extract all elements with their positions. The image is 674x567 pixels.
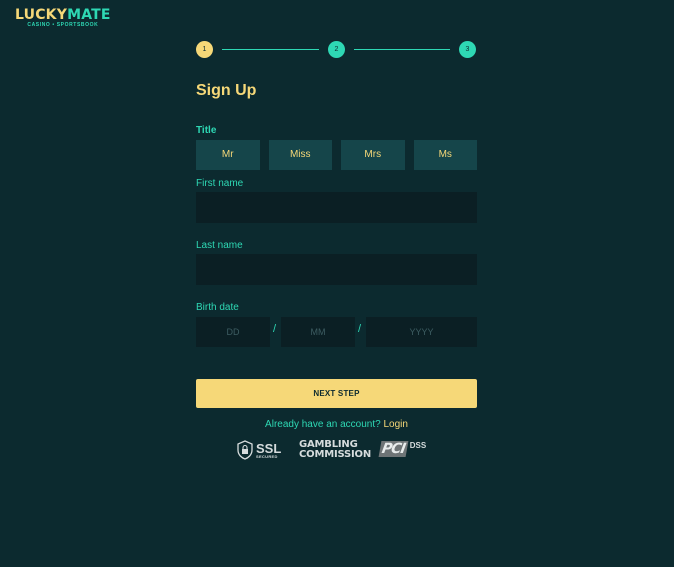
last-name-label: Last name xyxy=(196,240,243,251)
birth-year-input[interactable] xyxy=(366,317,477,347)
first-name-field[interactable] xyxy=(196,192,477,223)
dss-label: DSS xyxy=(409,441,427,450)
step-3-indicator: 3 xyxy=(459,41,476,58)
title-option-mr[interactable]: Mr xyxy=(196,140,260,170)
title-option-miss[interactable]: Miss xyxy=(268,140,332,170)
shield-lock-icon xyxy=(237,440,253,460)
step-2-indicator: 2 xyxy=(328,41,345,58)
ssl-secured-label: SECURED xyxy=(256,453,278,459)
signup-stepper: 1 2 3 xyxy=(196,41,477,58)
title-options: Mr Miss Mrs Ms xyxy=(196,140,477,170)
title-option-mrs[interactable]: Mrs xyxy=(341,140,405,170)
date-separator-2: / xyxy=(358,323,362,335)
ssl-badge: SSL SECURED xyxy=(237,440,281,460)
brand-logo[interactable]: LUCKYMATE CASINO • SPORTSBOOK xyxy=(15,8,111,28)
step-1-indicator: 1 xyxy=(196,41,213,58)
ssl-label: SSL xyxy=(256,440,282,456)
already-account-text: Already have an account? xyxy=(265,419,381,430)
login-prompt: Already have an account? Login xyxy=(196,419,477,430)
logo-wordmark: LUCKYMATE xyxy=(15,8,111,22)
page-title: Sign Up xyxy=(196,82,257,99)
birth-day-input[interactable] xyxy=(196,317,270,347)
first-name-label: First name xyxy=(196,178,244,189)
login-link[interactable]: Login xyxy=(383,419,407,430)
pci-logo: PCI xyxy=(378,441,409,457)
birth-month-input[interactable] xyxy=(281,317,355,347)
pci-dss-badge: PCI DSS xyxy=(378,441,427,457)
birth-date-label: Birth date xyxy=(196,302,239,313)
logo-word-lucky: LUCKY xyxy=(15,7,68,23)
last-name-field[interactable] xyxy=(196,254,477,285)
title-option-ms[interactable]: Ms xyxy=(413,140,477,170)
step-connector-2-3 xyxy=(354,49,450,50)
logo-tagline: CASINO • SPORTSBOOK xyxy=(27,22,99,28)
step-connector-1-2 xyxy=(222,49,319,50)
trust-badges: SSL SECURED GAMBLING COMMISSION PCI DSS xyxy=(196,438,477,464)
title-label: Title xyxy=(196,125,217,136)
date-separator-1: / xyxy=(273,323,277,335)
commission-label: COMMISSION xyxy=(299,449,372,460)
gambling-commission-badge: GAMBLING COMMISSION xyxy=(299,440,371,460)
next-step-button[interactable]: NEXT STEP xyxy=(196,379,477,408)
logo-word-mate: MATE xyxy=(67,7,111,23)
